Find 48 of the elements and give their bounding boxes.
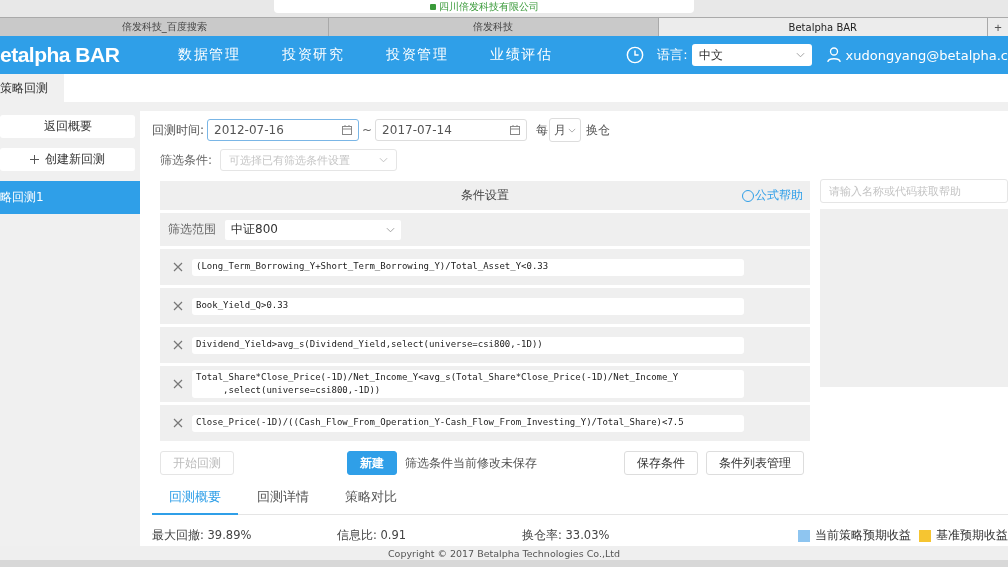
stat-text: 换仓率: 33.03% [522,528,611,543]
close-icon[interactable] [173,340,183,350]
legend-label: 基准预期收益 [936,528,1008,543]
calendar-icon [342,125,353,135]
formula-field[interactable]: (Long_Term_Borrowing_Y+Short_Term_Borrowing_Y)/Total_Asset_Y<0.33 [192,258,744,276]
formula-field[interactable]: Close_Price(-1D)/((Cash_Flow_From_Operation_Y-Cash_Flow_From_Investing_Y)/Total_Share)<7.5 [192,414,744,432]
tilde: ~ [362,123,373,137]
result-tab[interactable]: 回测详情 [240,482,326,514]
chevron-icon [386,226,395,233]
page-tab[interactable]: 策略回测 [0,74,65,102]
language-label: 语言: [657,46,688,64]
range-select[interactable]: 中证800 [225,219,401,240]
clock-icon[interactable] [626,46,645,64]
legend-label: 当前策略预期收益 [815,528,911,543]
filter-label: 筛选条件: [160,151,213,169]
formula-field[interactable]: Book_Yield_Q>0.33 [192,297,744,315]
every-label: 每 [536,121,549,139]
back-button[interactable]: 返回概要 [0,115,135,138]
calendar-icon [510,125,521,135]
create-button[interactable]: 创建新回测 [0,148,135,171]
start-date-field[interactable]: 2012-07-16 [207,119,360,141]
address-bar[interactable]: 四川倍发科技有限公司 [274,0,694,13]
new-tab-button[interactable]: + [988,18,1008,36]
user-icon [826,47,841,63]
stat-text: 信息比: 0.91 [337,528,408,543]
formula-field[interactable]: Total_Share*Close_Price(-1D)/Net_Income_Y<avg_s(Total_Share*Close_Price(-1D)/Net_Income_Y ,select(universe=csi800,-1D)) [192,370,744,398]
browser-tab[interactable]: Betalpha BAR [658,18,988,36]
unsaved-notice: 筛选条件当前修改未保存 [405,454,537,472]
chevron-icon [795,52,805,58]
period-select[interactable]: 月 [549,118,582,142]
close-icon[interactable] [173,262,183,272]
rebalance-label: 换仓 [586,121,611,139]
close-icon[interactable] [173,418,183,428]
end-date-field[interactable]: 2017-07-14 [375,119,528,141]
close-icon[interactable] [173,301,183,311]
time-label: 回测时间: [152,121,205,139]
range-label: 筛选范围 [168,221,216,238]
save-button[interactable]: 保存条件 [624,451,698,475]
chevron-icon [568,127,577,133]
language-select[interactable]: 中文 [691,44,812,66]
formula-field[interactable]: Dividend_Yield>avg_s(Dividend_Yield,select(universe=csi800,-1D)) [192,336,744,354]
result-tab[interactable]: 策略对比 [328,482,414,514]
manage-button[interactable]: 条件列表管理 [706,451,804,475]
conditions-title: 条件设置 [461,187,509,204]
chevron-icon [379,157,389,163]
stat-text: 最大回撤: 39.89% [152,528,253,543]
copyright-text: Copyright © 2017 Betalpha Technologies Co.,Ltd [388,547,620,559]
close-icon[interactable] [173,379,183,389]
